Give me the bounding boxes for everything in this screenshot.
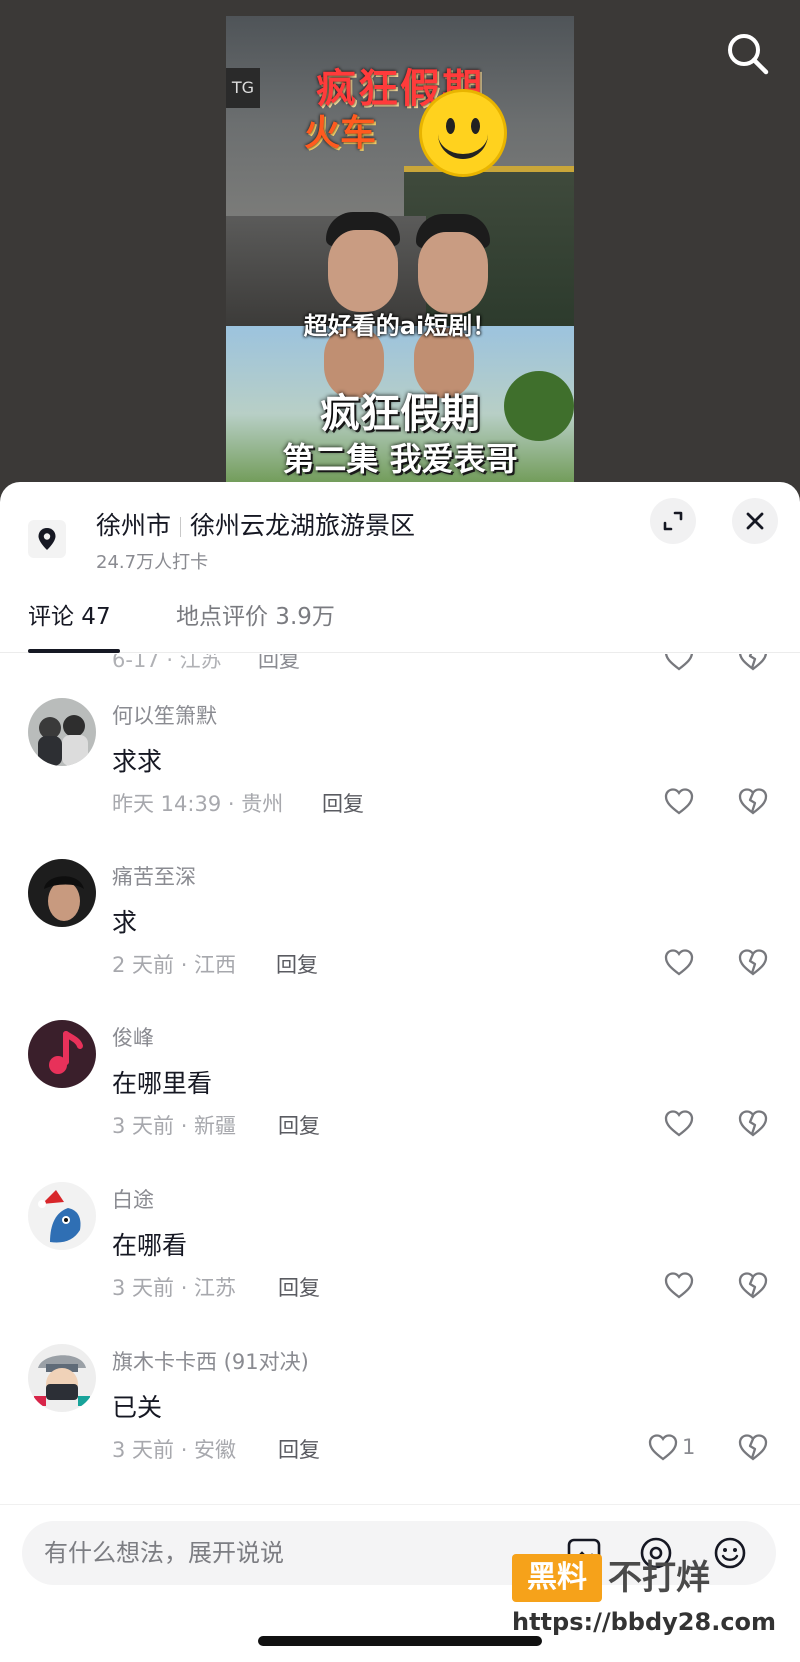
dislike-button[interactable]	[736, 1268, 770, 1302]
dislike-icon	[738, 1434, 768, 1461]
comment-item: 俊峰 在哪里看 3 天前 · 新疆 回复	[0, 1020, 800, 1180]
reply-button[interactable]: 回复	[258, 654, 300, 674]
comment-meta: 昨天 14:39 · 贵州	[112, 792, 284, 816]
comment-author[interactable]: 白途	[112, 1184, 154, 1214]
like-icon	[664, 1272, 694, 1299]
partial-comment-row: 6-17 · 江苏 回复	[0, 654, 800, 678]
comment-meta: 3 天前 · 安徽	[112, 1438, 237, 1462]
avatar-image	[28, 1182, 96, 1250]
avatar[interactable]	[28, 698, 96, 766]
search-icon	[728, 34, 769, 75]
comment-item: 痛苦至深 求 2 天前 · 江西 回复	[0, 859, 800, 1019]
dislike-icon	[738, 788, 768, 815]
reply-button[interactable]: 回复	[278, 1434, 320, 1464]
dislike-icon[interactable]	[736, 654, 770, 674]
comment-item: 白途 在哪看 3 天前 · 江苏 回复	[0, 1182, 800, 1342]
home-indicator[interactable]	[258, 1636, 542, 1646]
video-title-line4: 第二集 我爱表哥	[282, 440, 518, 478]
avatar-image	[28, 859, 96, 927]
comment-text: 求	[112, 908, 138, 937]
avatar[interactable]	[28, 1020, 96, 1088]
comment-list[interactable]: 6-17 · 江苏 回复 何以笙箫默 求求 昨天 14:39 · 贵州 回复 痛…	[0, 654, 800, 1494]
close-button[interactable]	[732, 498, 778, 544]
watermark-url: https://bbdy28.com	[512, 1608, 777, 1636]
reply-button[interactable]: 回复	[322, 788, 364, 818]
like-icon[interactable]	[662, 654, 696, 674]
like-button[interactable]: 1	[646, 1430, 695, 1464]
comment-author[interactable]: 痛苦至深	[112, 861, 196, 891]
like-button[interactable]	[662, 1268, 698, 1302]
comment-author[interactable]: 何以笙箫默	[112, 700, 217, 730]
avatar[interactable]	[28, 859, 96, 927]
comment-item: 旗木卡卡西 (91对决) 已关 3 天前 · 安徽 回复 1	[0, 1344, 800, 1494]
like-count: 1	[682, 1435, 696, 1459]
smiley-mouth	[438, 126, 488, 159]
location-pin-icon	[28, 520, 66, 558]
reply-button[interactable]: 回复	[278, 1110, 320, 1140]
location-city: 徐州市	[96, 511, 172, 540]
dislike-icon	[738, 949, 768, 976]
location-title: 徐州市 徐州云龙湖旅游景区	[96, 506, 415, 542]
person-face	[418, 232, 488, 314]
smiley-sticker	[422, 92, 504, 174]
tab-active-indicator	[28, 649, 120, 653]
comment-text: 已关	[112, 1393, 163, 1422]
tab-location-reviews[interactable]: 地点评价 3.9万	[176, 582, 335, 652]
comment-meta: 2 天前 · 江西	[112, 953, 237, 977]
comment-meta: 3 天前 · 江苏	[112, 1276, 237, 1300]
dislike-button[interactable]	[736, 1106, 770, 1140]
location-place: 徐州云龙湖旅游景区	[190, 511, 416, 540]
like-icon	[648, 1434, 678, 1461]
like-icon	[664, 788, 694, 815]
like-button[interactable]	[662, 1106, 698, 1140]
comment-meta: 6-17 · 江苏	[112, 654, 222, 672]
dislike-icon	[738, 1272, 768, 1299]
checkin-count: 24.7万人打卡	[96, 552, 209, 573]
avatar-image	[28, 1344, 96, 1412]
video-title-line3: 疯狂假期	[320, 391, 480, 437]
dislike-icon	[738, 1110, 768, 1137]
watermark-text: 不打烊	[608, 1558, 710, 1598]
close-icon	[746, 512, 764, 530]
tab-bar: 评论 47 地点评价 3.9万	[0, 582, 800, 653]
like-button[interactable]	[662, 784, 698, 818]
watermark-badge: 黑料	[512, 1554, 602, 1602]
comment-panel: 徐州市 徐州云龙湖旅游景区 24.7万人打卡 评论 47 地点评价 3.9万 6-…	[0, 482, 800, 1662]
comment-author[interactable]: 俊峰	[112, 1022, 154, 1052]
search-button[interactable]	[724, 30, 772, 78]
title-divider	[180, 517, 182, 537]
comment-item: 何以笙箫默 求求 昨天 14:39 · 贵州 回复	[0, 698, 800, 858]
dislike-button[interactable]	[736, 784, 770, 818]
comment-author[interactable]: 旗木卡卡西 (91对决)	[112, 1346, 309, 1376]
avatar[interactable]	[28, 1182, 96, 1250]
location-header[interactable]: 徐州市 徐州云龙湖旅游景区 24.7万人打卡	[0, 482, 800, 582]
avatar-image	[28, 698, 96, 766]
dislike-button[interactable]	[736, 1430, 770, 1464]
tab-comments[interactable]: 评论 47	[28, 582, 111, 652]
comment-text: 在哪里看	[112, 1069, 213, 1098]
video-thumbnail[interactable]: TG 疯狂假期 火车 超好看的ai短剧！ 疯狂假期 第二集 我爱表哥	[226, 16, 574, 486]
reply-button[interactable]: 回复	[276, 949, 318, 979]
person-face	[328, 230, 398, 312]
comment-meta: 3 天前 · 新疆	[112, 1114, 237, 1138]
expand-button[interactable]	[650, 498, 696, 544]
comment-text: 求求	[112, 747, 163, 776]
watermark: 黑料 不打烊 https://bbdy28.com	[512, 1546, 776, 1636]
video-subtitle: 超好看的ai短剧！	[303, 312, 497, 340]
dislike-button[interactable]	[736, 945, 770, 979]
expand-icon	[663, 511, 683, 531]
reply-button[interactable]: 回复	[278, 1272, 320, 1302]
comment-text: 在哪看	[112, 1231, 188, 1260]
like-button[interactable]	[662, 945, 698, 979]
like-icon	[664, 949, 694, 976]
like-icon	[664, 1110, 694, 1137]
avatar[interactable]	[28, 1344, 96, 1412]
music-note-icon	[28, 1020, 96, 1088]
